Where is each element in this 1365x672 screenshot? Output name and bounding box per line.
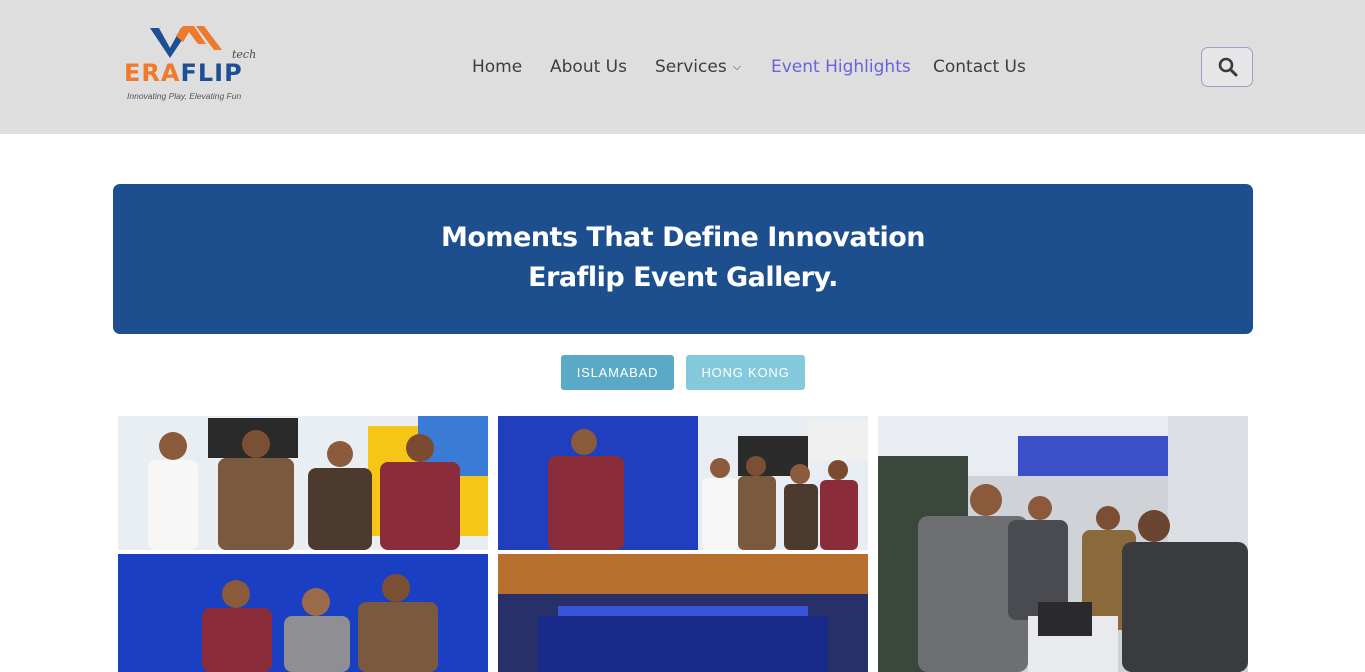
- event-photo-conference-hall[interactable]: [498, 416, 868, 672]
- banner-title-line2: Eraflip Event Gallery.: [528, 262, 838, 293]
- photo-conference-hall-image: [498, 416, 868, 672]
- gallery-banner: Moments That Define Innovation Eraflip E…: [113, 184, 1253, 334]
- photo-team-booth-image: [118, 416, 488, 672]
- site-header: tech ERAFLIP Innovating Play, Elevating …: [0, 0, 1365, 134]
- event-photo-demo-laptop[interactable]: [878, 416, 1248, 672]
- nav-home[interactable]: Home: [472, 56, 522, 78]
- nav-event-highlights[interactable]: Event Highlights: [771, 56, 911, 78]
- nav-about-us[interactable]: About Us: [550, 56, 627, 78]
- banner-title-line1: Moments That Define Innovation: [440, 222, 926, 253]
- nav-services-label: Services: [655, 57, 727, 77]
- search-icon: [1218, 57, 1238, 77]
- filter-islamabad-button[interactable]: ISLAMABAD: [561, 355, 674, 390]
- logo-mark-icon: [150, 26, 222, 58]
- photo-demo-laptop-image: [878, 416, 1248, 672]
- logo-word-era: ERA: [124, 59, 181, 87]
- nav-contact-us[interactable]: Contact Us: [933, 56, 1026, 78]
- logo-word-flip: FLIP: [180, 59, 243, 87]
- eraflip-logo[interactable]: tech ERAFLIP Innovating Play, Elevating …: [124, 24, 264, 104]
- filter-hong-kong-button[interactable]: HONG KONG: [686, 355, 805, 390]
- chevron-down-icon: ⌵: [732, 60, 742, 73]
- logo-tagline: Innovating Play, Elevating Fun: [127, 91, 242, 101]
- event-photo-team-booth[interactable]: [118, 416, 488, 672]
- nav-services[interactable]: Services ⌵: [655, 56, 741, 78]
- logo-wordmark: ERAFLIP: [124, 60, 243, 86]
- search-button[interactable]: [1201, 47, 1253, 87]
